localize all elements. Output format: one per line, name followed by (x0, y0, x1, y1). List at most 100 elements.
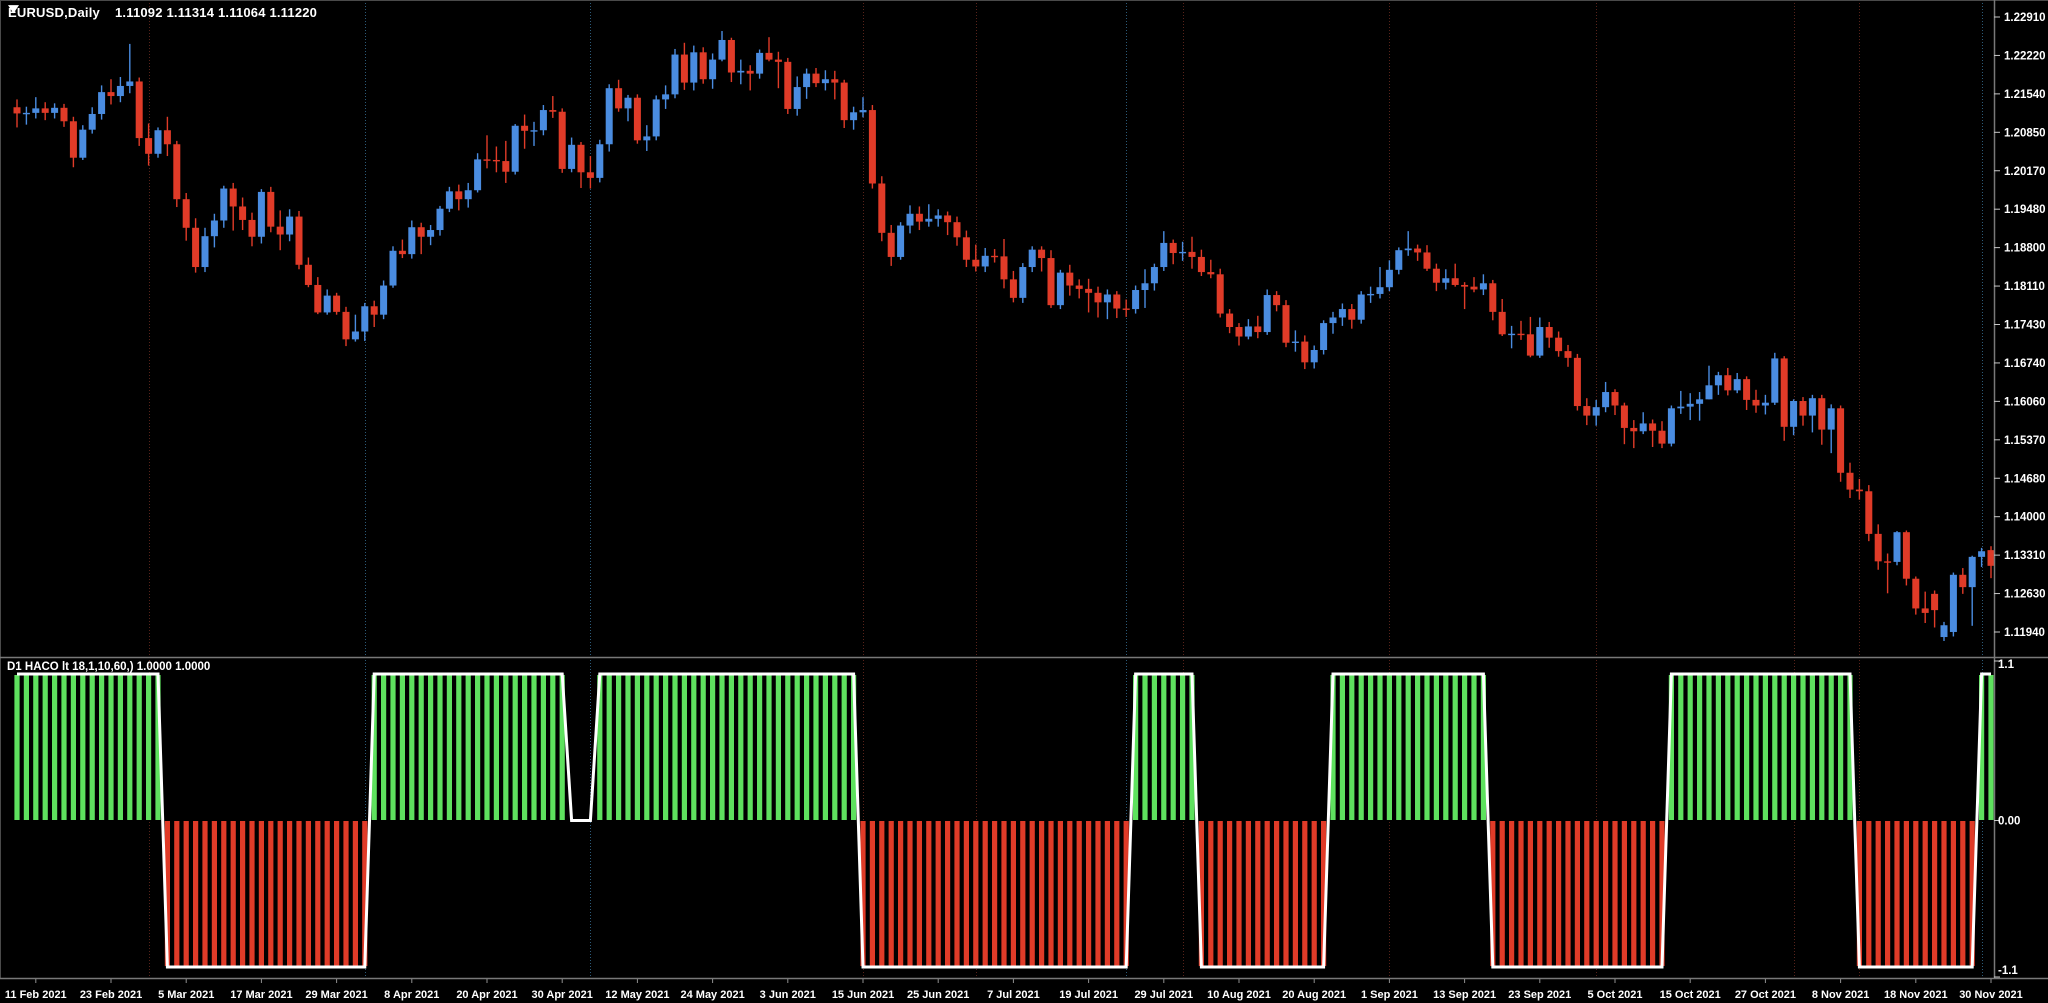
time-axis-label: 18 Nov 2021 (1884, 989, 1948, 1001)
haco-histogram-bar-up (61, 675, 66, 820)
haco-histogram-bar-down (917, 821, 922, 966)
haco-histogram-bar-down (1218, 821, 1223, 966)
price-axis-label: 1.14000 (2004, 512, 2046, 524)
haco-histogram-bar-down (1960, 821, 1965, 966)
haco-histogram-bar-up (1735, 675, 1740, 820)
candle-body (578, 145, 585, 172)
haco-histogram-bar-down (1030, 821, 1035, 966)
haco-histogram-bar-down (1208, 821, 1213, 966)
time-axis-label: 30 Nov 2021 (1959, 989, 2023, 1001)
candle-body (681, 55, 688, 83)
price-axis-label: 1.17430 (2004, 320, 2046, 332)
candle-body (784, 62, 791, 109)
candle-body (888, 233, 895, 257)
haco-histogram-bar-up (513, 675, 518, 820)
candle-wick (1210, 260, 1211, 278)
candle-body (324, 296, 331, 313)
haco-histogram-bar-up (729, 675, 734, 820)
candle-body (418, 227, 425, 237)
haco-histogram-bar-up (691, 675, 696, 820)
candle-body (1301, 342, 1308, 363)
time-axis-label: 19 Jul 2021 (1059, 989, 1118, 1001)
haco-histogram-bar-down (1941, 821, 1946, 966)
candle-body (1884, 561, 1891, 562)
price-axis-label: 1.16060 (2004, 396, 2046, 408)
haco-histogram-bar-up (484, 675, 489, 820)
candle-body (371, 306, 378, 314)
candle-wick (1859, 479, 1860, 500)
haco-histogram-bar-up (1340, 675, 1345, 820)
candle-body (1057, 273, 1064, 306)
price-axis-label: 1.20850 (2004, 127, 2046, 139)
candle-wick (1511, 326, 1512, 348)
candle-body (1245, 326, 1252, 336)
candle-body (1978, 551, 1985, 557)
haco-histogram-bar-up (1387, 675, 1392, 820)
time-axis-label: 23 Feb 2021 (80, 989, 142, 1001)
candle-body (89, 114, 96, 130)
haco-histogram-bar-up (33, 675, 38, 820)
candle-body (954, 222, 961, 237)
candle-body (1085, 289, 1092, 293)
candle-body (399, 251, 406, 254)
candle-wick (26, 107, 27, 125)
haco-histogram-bar-up (1349, 675, 1354, 820)
candle-body (1048, 258, 1055, 305)
haco-histogram-bar-up (635, 675, 640, 820)
haco-histogram-bar-down (1077, 821, 1082, 966)
candle-body (192, 228, 199, 267)
haco-histogram-bar-down (343, 821, 348, 966)
haco-histogram-bar-up (663, 675, 668, 820)
haco-histogram-bar-up (1810, 675, 1815, 820)
chart-canvas[interactable]: 1.229101.222201.215401.208501.201701.194… (0, 0, 2048, 1003)
candle-body (14, 107, 21, 113)
candle-body (512, 126, 519, 172)
haco-histogram-bar-up (1772, 675, 1777, 820)
candle-body (1865, 491, 1872, 534)
haco-histogram-bar-down (1556, 821, 1561, 966)
candle-body (361, 306, 368, 331)
candle-wick (928, 204, 929, 226)
haco-histogram-bar-down (202, 821, 207, 966)
candle-body (1856, 490, 1863, 492)
candle-body (465, 190, 472, 199)
candle-body (1029, 250, 1036, 267)
haco-histogram-bar-down (315, 821, 320, 966)
candle-body (1198, 257, 1205, 272)
candle-body (1358, 294, 1365, 319)
haco-histogram-bar-up (1716, 675, 1721, 820)
haco-histogram-bar-up (466, 675, 471, 820)
symbol-period-label: EURUSD,Daily (8, 5, 100, 20)
haco-histogram-bar-up (1359, 675, 1364, 820)
indicator-axis-label: 0.00 (1998, 816, 2020, 828)
candle-body (1950, 575, 1957, 632)
haco-histogram-bar-up (644, 675, 649, 820)
haco-histogram-bar-down (1048, 821, 1053, 966)
candle-body (1743, 379, 1750, 400)
candle-body (606, 88, 613, 144)
candle-body (1330, 317, 1337, 323)
candle-body (1499, 312, 1506, 334)
price-axis-column[interactable] (1994, 0, 2048, 1003)
haco-histogram-bar-down (983, 821, 988, 966)
symbol-dropdown-icon[interactable] (8, 5, 19, 14)
haco-histogram-bar-up (127, 675, 132, 820)
candle-body (775, 60, 782, 62)
haco-histogram-bar-up (1434, 675, 1439, 820)
candle-body (211, 220, 218, 236)
haco-histogram-bar-up (1415, 675, 1420, 820)
haco-histogram-bar-up (1152, 675, 1157, 820)
price-axis-label: 1.21540 (2004, 89, 2046, 101)
candle-body (1113, 294, 1120, 308)
haco-histogram-bar-down (1923, 821, 1928, 966)
candle-body (1414, 249, 1421, 253)
candle-body (831, 79, 838, 82)
candle-body (1659, 431, 1666, 444)
candle-body (437, 209, 444, 230)
haco-histogram-bar-up (90, 675, 95, 820)
candle-wick (35, 97, 36, 118)
haco-histogram-bar-down (1537, 821, 1542, 966)
candle-body (540, 110, 547, 130)
candle-body (1066, 273, 1073, 286)
haco-histogram-bar-up (1753, 675, 1758, 820)
